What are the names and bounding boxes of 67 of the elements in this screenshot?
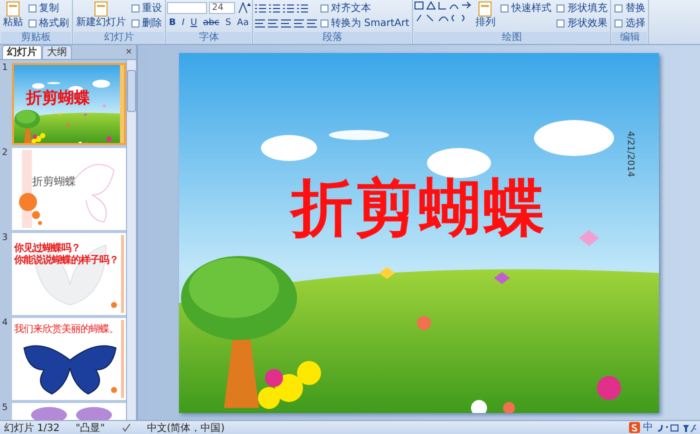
slide-thumbnail[interactable]: 折剪蝴蝶 [12, 148, 126, 230]
thumbnail-text: 我们来欣赏美丽的蝴蝶。 [14, 324, 120, 336]
ribbon-button[interactable]: 新建幻灯片 [74, 1, 128, 28]
list-icon[interactable] [268, 2, 280, 14]
document-icon [92, 1, 110, 17]
format-button[interactable]: Aa [235, 16, 251, 30]
align-icon[interactable] [267, 18, 278, 28]
thumbnail-text: 你见过蝴蝶吗？ [14, 243, 82, 254]
ribbon-button[interactable]: 形状填充 [554, 1, 610, 15]
ribbon-button[interactable]: 排列 [473, 1, 498, 28]
font-size-field[interactable]: 24 [209, 2, 235, 14]
font-name-field[interactable] [167, 2, 207, 14]
align-icon[interactable] [254, 18, 265, 28]
ribbon-button[interactable]: 重设 [129, 1, 164, 15]
ribbon-button[interactable]: 形状效果 [554, 16, 610, 30]
ribbon-button[interactable]: 对齐文本 [318, 1, 412, 15]
slide-counter: 幻灯片 1/32 [4, 422, 60, 434]
grow-font-icon[interactable] [237, 2, 251, 14]
list-icon[interactable] [254, 2, 266, 14]
format-button[interactable]: B [167, 16, 178, 30]
ribbon-button[interactable]: 替换 [612, 1, 648, 15]
ribbon-button[interactable]: 选择 [612, 16, 648, 30]
format-button[interactable]: I [180, 16, 187, 30]
document-icon [4, 1, 22, 17]
slide-number: 3 [2, 233, 9, 243]
slide-thumbnail[interactable]: 你见过蝴蝶吗？ 你能说说蝴蝶的样子吗？ [12, 233, 126, 315]
slide-thumbnail[interactable]: 我们来欣赏美丽的蝴蝶。 [12, 318, 126, 400]
format-button[interactable]: abc [201, 16, 222, 30]
slide-number: 1 [2, 63, 9, 73]
scrollbar[interactable] [126, 60, 136, 420]
group-label: 编辑 [612, 32, 648, 44]
panel-tab[interactable]: 幻灯片 [2, 45, 42, 59]
slide-title: 折剪蝴蝶 [291, 170, 547, 246]
group-label: 段落 [254, 32, 412, 44]
slide-date: 4/21/2014 [625, 130, 635, 177]
ribbon-button[interactable]: 转换为 SmartArt [318, 16, 412, 30]
panel-tab[interactable]: 大纲 [42, 45, 72, 59]
align-icon[interactable] [293, 18, 304, 28]
slide-number: 4 [2, 318, 9, 328]
group-label: 字体 [167, 32, 251, 44]
ribbon-button[interactable]: 删除 [129, 16, 164, 30]
format-button[interactable]: U [188, 16, 200, 30]
group-label: 绘图 [414, 32, 610, 44]
ribbon-button[interactable]: 粘贴 [1, 1, 25, 28]
input-mode[interactable]: 中 [643, 422, 653, 434]
tray-icons[interactable] [656, 422, 696, 432]
theme-name: "凸显" [76, 422, 105, 434]
slide-number: 5 [2, 403, 9, 413]
spellcheck-icon [120, 422, 131, 432]
list-icon[interactable] [296, 2, 308, 14]
group-label: 剪贴板 [1, 32, 71, 44]
ribbon-button[interactable]: 快速样式 [498, 1, 554, 15]
thumbnail-text: 你能说说蝴蝶的样子吗？ [14, 255, 120, 267]
group-label: 幻灯片 [74, 32, 164, 44]
format-button[interactable]: S [223, 16, 234, 30]
align-icon[interactable] [280, 18, 291, 28]
thumbnail-text: 折剪蝴蝶 [26, 89, 91, 107]
thumbnail-text: 折剪蝴蝶 [32, 176, 77, 188]
slide-number: 2 [2, 148, 9, 158]
ime-logo-icon[interactable] [629, 422, 640, 433]
language-indicator: 中文(简体，中国) [146, 422, 225, 434]
ribbon-button[interactable]: 复制 [26, 1, 71, 15]
document-icon [476, 1, 494, 17]
ribbon-button[interactable]: 格式刷 [26, 16, 71, 30]
close-button[interactable]: × [126, 46, 132, 58]
align-icon[interactable] [306, 18, 317, 28]
list-icon[interactable] [282, 2, 294, 14]
